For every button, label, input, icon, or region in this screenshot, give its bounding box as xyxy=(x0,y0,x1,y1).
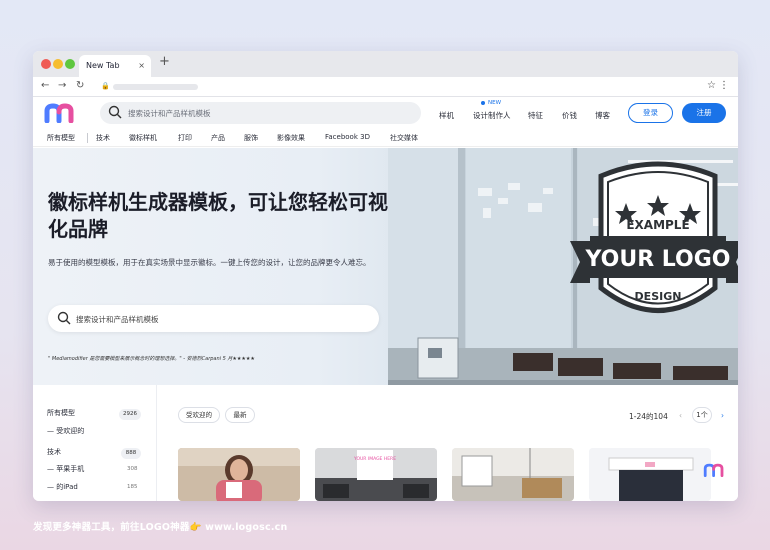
register-button[interactable]: 注册 xyxy=(682,103,726,123)
card-sign-text: YOUR IMAGE HERE xyxy=(353,456,396,462)
mockup-card-device[interactable] xyxy=(589,448,711,501)
category-apparel[interactable]: 服饰 xyxy=(244,133,258,143)
forward-icon[interactable]: → xyxy=(58,80,66,91)
footer-promo-text: 发现更多神器工具，前往LOGO神器👉 www.logosc.cn xyxy=(33,522,288,533)
nav-design-maker[interactable]: 设计制作人 xyxy=(473,110,511,121)
hero-section: EXAMPLE YOUR LOGO DESIGN 徽标样机生成器模板，可让您轻松… xyxy=(33,148,738,385)
category-facebook-3d[interactable]: Facebook 3D xyxy=(325,133,370,141)
login-button[interactable]: 登录 xyxy=(628,103,673,123)
hero-title: 徽标样机生成器模板，可让您轻松可视化品牌 xyxy=(48,190,388,241)
reload-icon[interactable]: ↻ xyxy=(76,80,84,91)
minimize-window-icon[interactable] xyxy=(53,59,63,69)
mockup-card-storefront[interactable]: YOUR IMAGE HERE xyxy=(315,448,437,501)
chat-widget-logo-icon[interactable] xyxy=(703,463,727,477)
mug-mockup-image xyxy=(178,448,300,501)
site-header: 搜索设计和产品样机模板 样机 NEW 设计制作人 特征 价钱 博客 登录 注册 xyxy=(33,97,738,130)
nav-pricing[interactable]: 价钱 xyxy=(562,110,577,121)
sidebar-count-all: 2926 xyxy=(119,409,141,420)
nav-blog[interactable]: 博客 xyxy=(595,110,610,121)
category-print[interactable]: 打印 xyxy=(178,133,192,143)
sidebar-item-iphone[interactable]: — 苹果手机 xyxy=(47,464,84,474)
category-products[interactable]: 产品 xyxy=(211,133,225,143)
sign-main-text: YOUR LOGO xyxy=(584,247,730,272)
category-tech[interactable]: 技术 xyxy=(96,133,110,143)
search-icon xyxy=(108,105,122,119)
sidebar-item-ipad[interactable]: — 的iPad xyxy=(47,482,78,492)
header-search-input[interactable]: 搜索设计和产品样机模板 xyxy=(100,102,421,124)
category-social-media[interactable]: 社交媒体 xyxy=(390,133,418,143)
browser-window: New Tab × + ← → ↻ 🔒 ☆ ⋮ 搜索设计和产品样机模板 样机 N… xyxy=(33,51,738,501)
prev-page-icon[interactable]: ‹ xyxy=(679,411,682,420)
mediamodifier-logo[interactable] xyxy=(44,103,78,123)
category-image-effects[interactable]: 影像效果 xyxy=(277,133,305,143)
mockup-card-interior[interactable] xyxy=(452,448,574,501)
category-sidebar: 所有模型 2926 — 受欢迎的 技术 888 — 苹果手机 308 — 的iP… xyxy=(33,385,157,501)
category-divider xyxy=(87,133,88,143)
device-mockup-image xyxy=(589,448,711,501)
filter-newest-button[interactable]: 最新 xyxy=(225,407,255,423)
next-page-icon[interactable]: › xyxy=(721,411,724,420)
office-glass-wall-image: EXAMPLE YOUR LOGO DESIGN xyxy=(388,148,738,385)
sidebar-item-popular[interactable]: — 受欢迎的 xyxy=(47,426,84,436)
sidebar-count-ipad: 185 xyxy=(127,484,138,490)
back-icon[interactable]: ← xyxy=(41,80,49,91)
filter-popular-button[interactable]: 受欢迎的 xyxy=(178,407,220,423)
gallery-section: 所有模型 2926 — 受欢迎的 技术 888 — 苹果手机 308 — 的iP… xyxy=(33,385,738,501)
lock-icon: 🔒 xyxy=(101,82,110,90)
close-window-icon[interactable] xyxy=(41,59,51,69)
sign-top-text: EXAMPLE xyxy=(626,218,689,232)
sidebar-count-tech: 888 xyxy=(121,448,141,459)
maximize-window-icon[interactable] xyxy=(65,59,75,69)
interior-mockup-image xyxy=(452,448,574,501)
nav-features[interactable]: 特征 xyxy=(528,110,543,121)
browser-tab[interactable]: New Tab × xyxy=(79,55,151,77)
sign-bottom-text: DESIGN xyxy=(635,290,682,303)
address-bar-row: ← → ↻ 🔒 ☆ ⋮ xyxy=(33,77,738,97)
sidebar-item-tech[interactable]: 技术 xyxy=(47,447,61,457)
hero-search-input[interactable]: 搜索设计和产品样机模板 xyxy=(48,305,379,332)
page-number[interactable]: 1个 xyxy=(692,407,712,423)
address-field[interactable] xyxy=(113,84,198,90)
browser-menu-icon[interactable]: ⋮ xyxy=(719,80,729,91)
hero-description: 易于使用的模型模板，用于在真实场景中显示徽标。一键上传您的设计，让您的品牌更令人… xyxy=(48,258,371,267)
nav-mockups[interactable]: 样机 xyxy=(439,110,454,121)
storefront-mockup-image: YOUR IMAGE HERE xyxy=(315,448,437,501)
category-logo-mockups[interactable]: 徽标样机 xyxy=(129,133,157,143)
new-tab-icon[interactable]: + xyxy=(159,54,170,69)
sidebar-count-iphone: 308 xyxy=(127,466,138,472)
tab-title: New Tab xyxy=(86,61,120,70)
category-nav: 所有模型 技术 徽标样机 打印 产品 服饰 影像效果 Facebook 3D 社… xyxy=(33,130,738,147)
mockup-card-mug[interactable] xyxy=(178,448,300,501)
tab-bar: New Tab × + xyxy=(33,51,738,77)
tab-close-icon[interactable]: × xyxy=(138,55,145,77)
hero-search-placeholder: 搜索设计和产品样机模板 xyxy=(76,315,159,324)
results-range: 1-24的104 xyxy=(629,412,668,421)
search-icon xyxy=(57,311,71,325)
category-all[interactable]: 所有模型 xyxy=(47,133,75,143)
new-badge: NEW xyxy=(481,100,501,106)
search-placeholder: 搜索设计和产品样机模板 xyxy=(128,109,211,118)
sidebar-item-all[interactable]: 所有模型 xyxy=(47,408,75,418)
bookmark-star-icon[interactable]: ☆ xyxy=(707,80,716,91)
testimonial-quote: " Mediamodifier 是您需要模型来展示概念时的理想选择。" - 安德… xyxy=(48,356,255,362)
